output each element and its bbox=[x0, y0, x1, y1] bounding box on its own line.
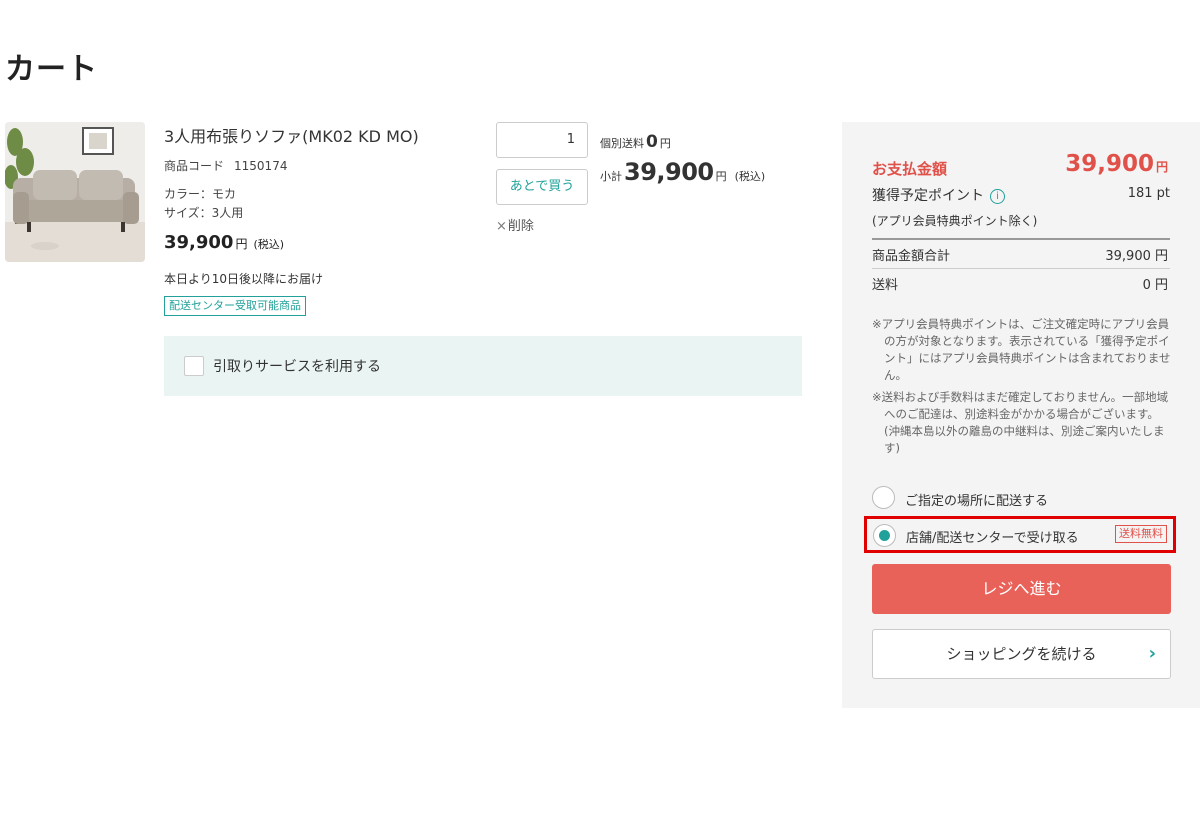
product-price: 39,900 円 (税込) bbox=[164, 232, 284, 253]
radio-selected[interactable] bbox=[873, 524, 896, 547]
info-icon[interactable]: i bbox=[990, 189, 1005, 204]
delivery-option-pickup[interactable]: 店舗/配送センターで受け取る 送料無料 bbox=[864, 516, 1176, 553]
summary-notes: ※アプリ会員特典ポイントは、ご注文確定時にアプリ会員の方が対象となります。表示さ… bbox=[872, 316, 1172, 462]
shipping-row-value: 0 円 bbox=[1142, 278, 1168, 293]
item-subtotal-label: 小計 bbox=[600, 170, 622, 183]
pickup-available-badge: 配送センター受取可能商品 bbox=[164, 296, 306, 316]
close-icon: × bbox=[496, 219, 507, 234]
payment-total-value: 39,900 bbox=[1065, 151, 1154, 177]
product-color: カラー：モカ bbox=[164, 187, 237, 201]
note-shipping: ※送料および手数料はまだ確定しておりません。一部地域へのご配達は、別途料金がかか… bbox=[872, 390, 1169, 455]
payment-total-yen: 円 bbox=[1155, 160, 1168, 174]
subtotal-row-value: 39,900 円 bbox=[1105, 249, 1168, 264]
delivery-estimate: 本日より10日後以降にお届け bbox=[164, 272, 324, 286]
points-label: 獲得予定ポイント i bbox=[872, 185, 1005, 205]
delivery-option-pickup-label: 店舗/配送センターで受け取る bbox=[906, 531, 1079, 546]
pickup-service-box: 引取りサービスを利用する bbox=[164, 336, 802, 396]
item-shipping-yen: 円 bbox=[659, 137, 671, 150]
delete-label: 削除 bbox=[507, 219, 534, 234]
order-summary: お支払金額 39,900 円 獲得予定ポイント i 181 pt (アプリ会員特典ポ… bbox=[842, 122, 1200, 708]
subtotal-row: 商品金額合計 39,900 円 bbox=[872, 238, 1170, 267]
sofa-image-icon bbox=[5, 122, 145, 262]
buy-later-button[interactable]: あとで買う bbox=[496, 169, 588, 205]
product-name[interactable]: 3人用布張りソファ(MK02 KD MO) bbox=[164, 123, 419, 147]
pickup-service-label[interactable]: 引取りサービスを利用する bbox=[213, 356, 381, 376]
points-label-text: 獲得予定ポイント bbox=[872, 188, 984, 204]
product-code-value: 1150174 bbox=[234, 159, 288, 173]
continue-shopping-label: ショッピングを続ける bbox=[946, 645, 1097, 663]
product-price-value: 39,900 bbox=[164, 232, 234, 253]
payment-total-amount: 39,900 円 bbox=[1065, 151, 1168, 177]
item-subtotal-value: 39,900 bbox=[624, 158, 714, 186]
payment-total-label: お支払金額 bbox=[872, 160, 948, 178]
item-subtotal-yen: 円 bbox=[715, 170, 727, 183]
delivery-option-address-label: ご指定の場所に配送する bbox=[905, 494, 1049, 509]
item-shipping-label: 個別送料 bbox=[600, 137, 644, 150]
page-title: カート bbox=[5, 52, 98, 87]
quantity-input[interactable]: 1 bbox=[496, 122, 588, 158]
radio-dot-icon bbox=[879, 530, 890, 541]
product-code-label: 商品コード bbox=[164, 159, 225, 173]
checkout-button[interactable]: レジへ進む bbox=[872, 564, 1171, 614]
delete-button[interactable]: ×削除 bbox=[496, 215, 534, 234]
item-subtotal-tax: (税込) bbox=[734, 170, 766, 183]
note-app-points: ※アプリ会員特典ポイントは、ご注文確定時にアプリ会員の方が対象となります。表示さ… bbox=[872, 317, 1171, 382]
pickup-service-checkbox[interactable] bbox=[184, 356, 204, 376]
continue-shopping-button[interactable]: ショッピングを続ける › bbox=[872, 629, 1171, 679]
chevron-right-icon: › bbox=[1148, 643, 1156, 664]
product-price-yen: 円 bbox=[235, 237, 248, 251]
points-value: 181 pt bbox=[1127, 186, 1170, 201]
item-shipping: 個別送料 0 円 bbox=[600, 132, 671, 152]
product-code: 商品コード 1150174 bbox=[164, 157, 287, 174]
free-shipping-badge: 送料無料 bbox=[1115, 525, 1167, 543]
item-shipping-value: 0 bbox=[646, 132, 658, 152]
product-size: サイズ：3人用 bbox=[164, 206, 244, 220]
points-note: (アプリ会員特典ポイント除く) bbox=[872, 214, 1038, 228]
radio-unselected[interactable] bbox=[872, 486, 895, 509]
shipping-row: 送料 0 円 bbox=[872, 268, 1170, 297]
item-subtotal: 小計39,900 円 (税込) bbox=[600, 158, 765, 186]
shipping-row-label: 送料 bbox=[872, 278, 899, 293]
product-image[interactable] bbox=[5, 122, 145, 262]
subtotal-row-label: 商品金額合計 bbox=[872, 249, 951, 264]
product-price-tax: (税込) bbox=[253, 238, 285, 251]
